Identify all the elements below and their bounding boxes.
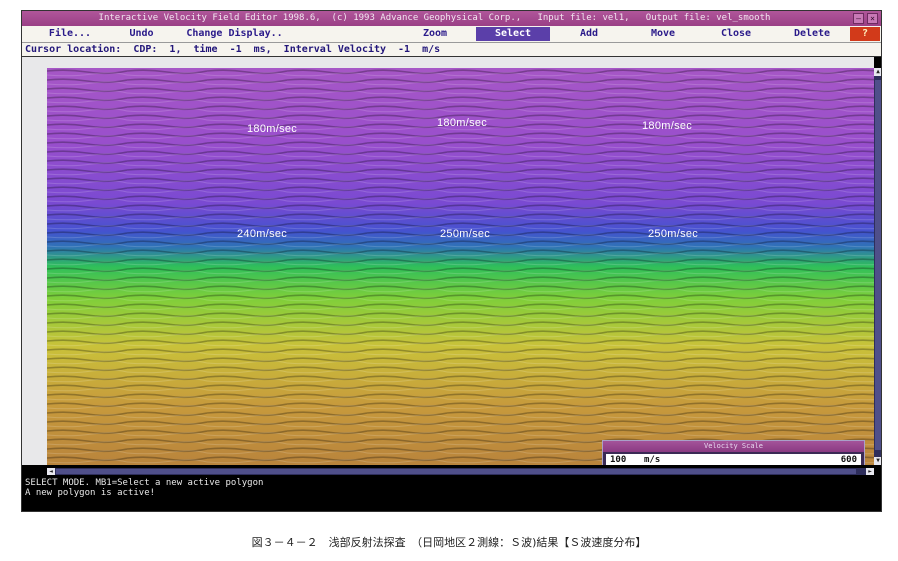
figure-caption: 図３－４－２ 浅部反射法探査 （日岡地区２測線：Ｓ波)結果【Ｓ波速度分布】 — [251, 536, 647, 549]
title-bar[interactable]: Interactive Velocity Field Editor 1998.6… — [22, 11, 881, 26]
velocity-editor-window: Interactive Velocity Field Editor 1998.6… — [21, 10, 882, 512]
help-button[interactable]: ? — [850, 27, 880, 41]
velocity-scale-unit: m/s — [644, 455, 661, 465]
time-unit: ms, — [253, 44, 272, 55]
scroll-right-icon[interactable]: ► — [866, 468, 874, 475]
cdp-label: CDP: — [133, 44, 158, 55]
velocity-scale-body: 100 m/s 600 100 200 300 400 500 600 — [606, 454, 861, 465]
add-button[interactable]: Add — [555, 27, 623, 41]
move-button[interactable]: Move — [630, 27, 696, 41]
cursor-status-line: Cursor location: CDP: 1, time -1 ms, Interval … — [22, 43, 881, 57]
close-icon[interactable]: × — [867, 13, 878, 24]
velocity-label-lower-center: 250m/sec — [440, 228, 491, 240]
time-value: -1 — [229, 44, 242, 55]
velocity-unit: m/s — [422, 44, 441, 55]
scroll-left-icon[interactable]: ◄ — [47, 468, 55, 475]
cursor-location-label: Cursor location: — [25, 44, 122, 55]
horizontal-scrollbar[interactable]: ◄ ► — [47, 468, 874, 475]
undo-button[interactable]: Undo — [114, 27, 169, 41]
message-area: SELECT MODE. MB1=Select a new active pol… — [22, 478, 881, 511]
cdp-value: 1, — [169, 44, 182, 55]
menu-bar: File... Undo Change Display.. Zoom Selec… — [22, 26, 881, 43]
message-line: SELECT MODE. MB1=Select a new active pol… — [25, 478, 264, 488]
velocity-label-upper-center: 180m/sec — [437, 117, 488, 129]
cdp-ruler — [22, 57, 874, 68]
velocity-label-upper-left: 180m/sec — [247, 123, 298, 135]
time-ruler — [22, 68, 47, 465]
velocity-scale-panel: Velocity Scale 100 m/s 600 100 200 300 4… — [602, 440, 865, 465]
velocity-label-lower-right: 250m/sec — [648, 228, 699, 240]
close-button[interactable]: Close — [704, 27, 768, 41]
velocity-scale-min: 100 — [610, 455, 627, 465]
window-title: Interactive Velocity Field Editor 1998.6… — [98, 13, 771, 23]
message-line: A new polygon is active! — [25, 488, 156, 498]
velocity-label: Interval Velocity — [283, 44, 387, 55]
select-button[interactable]: Select — [476, 27, 550, 41]
velocity-section-plot[interactable]: 180m/sec 180m/sec 180m/sec 240m/sec 250m… — [47, 68, 874, 465]
time-label: time — [193, 44, 218, 55]
delete-button[interactable]: Delete — [774, 27, 850, 41]
velocity-scale-title: Velocity Scale — [603, 441, 864, 452]
vertical-scroll-thumb[interactable] — [875, 80, 881, 450]
scroll-up-icon[interactable]: ▲ — [874, 68, 881, 76]
velocity-label-upper-right: 180m/sec — [642, 120, 693, 132]
scroll-down-icon[interactable]: ▼ — [874, 457, 881, 465]
velocity-label-lower-left: 240m/sec — [237, 228, 288, 240]
velocity-scale-max: 600 — [840, 455, 857, 465]
file-menu[interactable]: File... — [34, 27, 106, 41]
velocity-value: -1 — [398, 44, 411, 55]
minimize-icon[interactable]: – — [853, 13, 864, 24]
horizontal-scroll-thumb[interactable] — [56, 469, 856, 474]
vertical-scrollbar[interactable]: ▲ ▼ — [874, 68, 881, 465]
zoom-button[interactable]: Zoom — [400, 27, 470, 41]
change-display-menu[interactable]: Change Display.. — [182, 27, 287, 41]
